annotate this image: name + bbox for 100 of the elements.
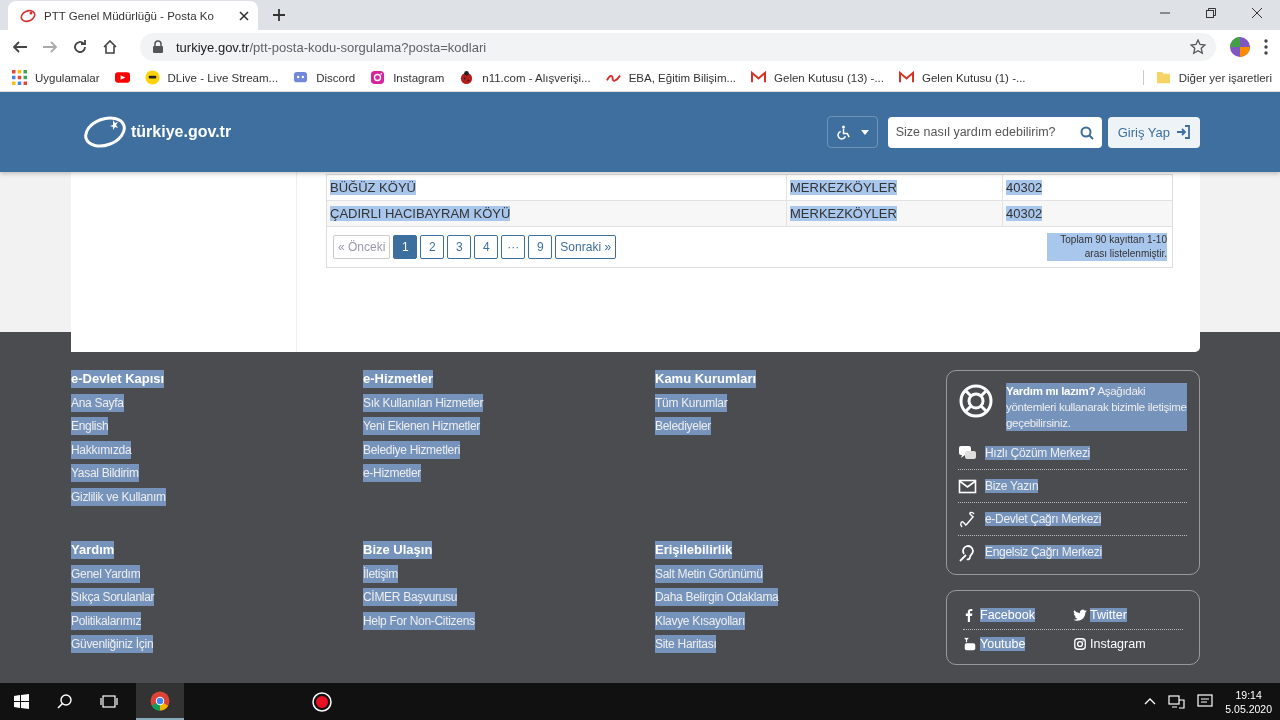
help-text: Yardım mı lazım? Aşağıdaki yöntemleri kullanarak bizimle iletişime geçebilirsiniz. xyxy=(1006,383,1187,431)
task-view-icon[interactable] xyxy=(100,694,118,709)
clock-time[interactable]: 19:14 xyxy=(1235,687,1262,702)
close-icon[interactable] xyxy=(238,9,250,22)
footer-heading: Kamu Kurumları xyxy=(655,370,757,388)
help-link[interactable]: Hızlı Çözüm Merkezi xyxy=(985,446,1090,460)
help-link[interactable]: e-Devlet Çağrı Merkezi xyxy=(985,512,1102,526)
footer-link[interactable]: Site Haritası xyxy=(655,635,717,654)
notification-icon[interactable] xyxy=(1197,694,1214,709)
footer-link[interactable]: Genel Yardım xyxy=(71,564,141,583)
records-summary: Toplam 90 kayıttan 1-10 arası listelenmiştir. xyxy=(1047,233,1167,261)
chrome-icon[interactable] xyxy=(150,690,170,711)
search-field[interactable]: Size nasıl yardım edebilirim? xyxy=(887,116,1102,148)
bookmark[interactable]: n11.com - Alışverişi... xyxy=(459,70,591,85)
footer-link[interactable]: e-Hizmetler xyxy=(363,464,422,482)
mail-m-icon xyxy=(899,70,914,85)
bookmark[interactable]: EBA, Eğitim Bilişim... xyxy=(605,70,737,85)
table-cell: ÇADIRLI HACIBAYRAM KÖYÜ xyxy=(330,206,511,221)
footer-link[interactable]: Klavye Kısayolları xyxy=(655,611,745,630)
bookmark[interactable]: Discord xyxy=(293,70,356,85)
back-icon[interactable] xyxy=(12,39,28,55)
help-link[interactable]: Engelsiz Çağrı Merkezi xyxy=(985,545,1102,559)
social-link[interactable]: Twitter xyxy=(1090,608,1127,622)
close-icon[interactable] xyxy=(1252,8,1262,18)
address-bar[interactable]: turkiye.gov.tr/ptt-posta-kodu-sorgulama?posta=kodlari xyxy=(140,33,1216,61)
more-menu-icon[interactable] xyxy=(1264,39,1268,55)
star-icon[interactable] xyxy=(1190,39,1206,55)
restore-icon[interactable] xyxy=(1206,8,1216,18)
footer-link[interactable]: Gizlilik ve Kullanım xyxy=(71,487,166,506)
footer-link[interactable]: Yeni Eklenen Hizmetler xyxy=(363,417,481,435)
footer-heading: e-Devlet Kapısı xyxy=(71,370,165,388)
plus-icon[interactable] xyxy=(272,8,286,22)
reload-icon[interactable] xyxy=(72,39,88,55)
face-badge-icon xyxy=(144,70,160,85)
sign-in-icon xyxy=(1176,125,1190,139)
site-logo-icon xyxy=(20,7,36,24)
logo-text[interactable]: türkiye.gov.tr xyxy=(131,123,232,141)
ear-icon xyxy=(958,542,977,562)
search-icon xyxy=(1079,125,1094,140)
page-button[interactable]: 3 xyxy=(447,235,472,259)
bookmark[interactable]: Gelen Kutusu (13) -... xyxy=(751,70,884,85)
browser-tab[interactable]: PTT Genel Müdürlüğü - Posta Ko xyxy=(8,1,258,30)
footer-link[interactable]: Salt Metin Görünümü xyxy=(655,564,763,583)
footer-link[interactable]: English xyxy=(71,417,109,435)
table-cell: 40302 xyxy=(1006,180,1043,195)
apps-grid-icon xyxy=(12,70,27,85)
caret-up-icon[interactable] xyxy=(1144,697,1157,706)
footer-link[interactable]: CİMER Başvurusu xyxy=(363,588,458,607)
social-link[interactable]: Instagram xyxy=(1090,637,1146,651)
lock-icon xyxy=(152,40,164,54)
windows-start-icon[interactable] xyxy=(14,694,29,709)
profile-avatar-icon[interactable] xyxy=(1230,37,1250,57)
footer-heading: e-Hizmetler xyxy=(363,370,434,388)
camera-icon xyxy=(1073,637,1087,651)
bird-icon xyxy=(1073,608,1087,622)
page-button[interactable]: 4 xyxy=(474,235,499,259)
bookmark[interactable]: DLive - Live Stream... xyxy=(144,70,279,85)
footer-link[interactable]: Belediyeler xyxy=(655,417,712,435)
bookmark[interactable]: Gelen Kutusu (1) -... xyxy=(899,70,1026,85)
video-play-icon[interactable] xyxy=(114,70,130,85)
help-link[interactable]: Bize Yazın xyxy=(985,479,1039,493)
footer-link[interactable]: Güvenliğiniz İçin xyxy=(71,635,154,654)
caret-icon xyxy=(860,129,869,135)
footer-link[interactable]: Politikalarımız xyxy=(71,611,142,630)
page-button[interactable]: 9 xyxy=(528,235,553,259)
bookmark[interactable]: Instagram xyxy=(370,70,445,85)
record-icon[interactable] xyxy=(312,691,332,712)
bookmark[interactable]: Uygulamalar xyxy=(12,70,100,85)
footer-link[interactable]: Belediye Hizmetleri xyxy=(363,440,460,459)
chat-bubble-icon xyxy=(293,70,309,85)
footer-heading: Bize Ulaşın xyxy=(363,541,433,560)
page-button[interactable]: 1 xyxy=(393,235,418,259)
table-cell: MERKEZKÖYLER xyxy=(790,206,897,221)
url-text: turkiye.gov.tr/ptt-posta-kodu-sorgulama?posta=kodlari xyxy=(176,39,488,55)
footer-heading: Yardım xyxy=(71,541,115,560)
home-icon[interactable] xyxy=(102,39,118,55)
table-cell: 40302 xyxy=(1006,206,1043,221)
footer-link[interactable]: Yasal Bildirim xyxy=(71,464,139,482)
tab-title: PTT Genel Müdürlüğü - Posta Ko xyxy=(44,9,215,22)
footer-link[interactable]: İletişim xyxy=(363,564,398,583)
network-icon[interactable] xyxy=(1168,694,1186,709)
footer-link[interactable]: Help For Non-Citizens xyxy=(363,611,475,630)
wheelchair-icon xyxy=(835,124,851,140)
social-link[interactable]: Youtube xyxy=(980,637,1026,651)
social-link[interactable]: Facebook xyxy=(980,608,1035,622)
footer-heading: Erişilebilirlik xyxy=(655,541,733,560)
lifebuoy-icon xyxy=(958,383,994,419)
next-page-button[interactable]: Sonraki » xyxy=(555,235,617,259)
login-button[interactable]: Giriş Yap xyxy=(1107,116,1200,148)
accessibility-button[interactable] xyxy=(826,116,878,148)
table-cell: MERKEZKÖYLER xyxy=(790,180,897,195)
table-cell: BÜĞÜZ KÖYÜ xyxy=(330,180,416,195)
ladybug-icon xyxy=(459,70,475,85)
page-button[interactable]: ··· xyxy=(501,235,526,259)
footer-link[interactable]: Ana Sayfa xyxy=(71,393,124,412)
search-icon[interactable] xyxy=(57,694,72,709)
page-button[interactable]: 2 xyxy=(420,235,445,259)
clock-date[interactable]: 5.05.2020 xyxy=(1225,701,1272,716)
folder-icon xyxy=(1155,70,1171,85)
bookmark[interactable]: Diğer yer işaretleri xyxy=(1142,70,1280,85)
